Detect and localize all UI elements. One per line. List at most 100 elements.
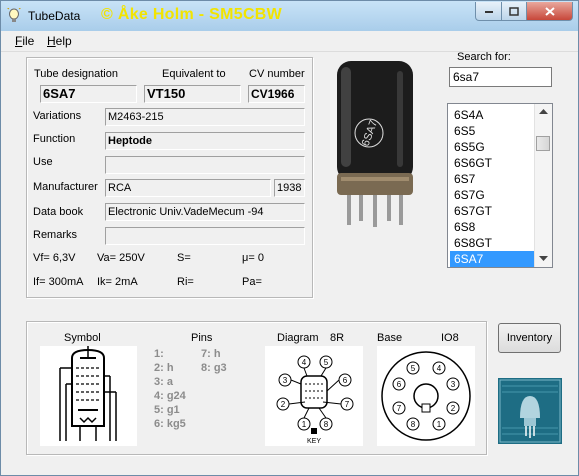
list-item[interactable]: 6S5 (450, 123, 536, 139)
pin-entry: 2: h (154, 362, 174, 374)
tube-list[interactable]: 6S4A 6S5 6S5G 6S6GT 6S7 6S7G 6S7GT 6S8 6… (447, 103, 553, 268)
svg-text:4: 4 (437, 364, 442, 373)
list-item[interactable]: 6S8 (450, 219, 536, 235)
remarks-field[interactable] (105, 227, 305, 245)
minimize-icon (484, 11, 493, 13)
menu-file-label: ile (22, 34, 35, 48)
pins-panel: 1: 2: h 3: a 4: g24 5: g1 6: kg5 7: h 8:… (150, 346, 258, 446)
svg-text:4: 4 (302, 358, 307, 367)
svg-text:3: 3 (283, 376, 288, 385)
param-s: S= (177, 252, 191, 264)
menu-help-accelerator: H (47, 34, 56, 48)
variations-label: Variations (33, 110, 82, 122)
maximize-button[interactable] (501, 2, 527, 21)
param-ik: Ik= 2mA (97, 276, 138, 288)
pin-entry: 5: g1 (154, 404, 180, 416)
tube-logo-image (498, 378, 562, 444)
variations-field[interactable]: M2463-215 (105, 108, 305, 126)
param-if: If= 300mA (33, 276, 84, 288)
use-field[interactable] (105, 156, 305, 174)
list-item[interactable]: 6S5G (450, 139, 536, 155)
list-item[interactable]: 6S8GT (450, 235, 536, 251)
remarks-label: Remarks (33, 229, 78, 241)
use-label: Use (33, 156, 53, 168)
menu-help[interactable]: Help (47, 34, 72, 48)
svg-text:8: 8 (324, 420, 329, 429)
menu-bar: File Help (1, 31, 578, 52)
symbol-label: Symbol (64, 332, 101, 344)
menu-help-label: elp (55, 34, 72, 48)
param-ri: Ri= (177, 276, 194, 288)
manufacturer-field[interactable]: RCA (105, 179, 271, 197)
scroll-down-icon[interactable] (539, 256, 548, 262)
menu-file[interactable]: File (15, 34, 34, 48)
list-item[interactable]: 6S6GT (450, 155, 536, 171)
list-item[interactable]: 6S7GT (450, 203, 536, 219)
list-scrollbar[interactable] (534, 104, 552, 267)
pin-entry: 1: (154, 348, 164, 360)
tube-photo: 6SA7 (319, 53, 431, 228)
lightbulb-icon (7, 8, 21, 22)
pin-entry: 3: a (154, 376, 173, 388)
copyright-banner: © Åke Holm - SM5CBW (101, 6, 283, 23)
manufacturer-label: Manufacturer (33, 181, 98, 193)
base-panel: 5 4 6 3 7 2 8 1 (377, 346, 475, 446)
svg-text:5: 5 (411, 364, 416, 373)
diagram-code: 8R (330, 332, 345, 344)
list-item[interactable]: 6S4A (450, 107, 536, 123)
databook-field[interactable]: Electronic Univ.VadeMecum -94 (105, 203, 305, 221)
svg-text:6: 6 (397, 380, 402, 389)
year-field[interactable]: 1938 (274, 179, 305, 197)
svg-text:5: 5 (324, 358, 329, 367)
maximize-icon (509, 6, 519, 16)
svg-text:2: 2 (451, 404, 456, 413)
pin-entry: 8: g3 (201, 362, 227, 374)
svg-text:2: 2 (281, 400, 286, 409)
equivalent-field[interactable]: VT150 (144, 85, 241, 103)
main-window: TubeData © Åke Holm - SM5CBW File Help T… (0, 0, 579, 476)
cv-field[interactable]: CV1966 (248, 85, 305, 103)
close-button[interactable] (526, 2, 573, 21)
designation-field[interactable]: 6SA7 (40, 85, 137, 103)
svg-text:7: 7 (397, 404, 402, 413)
function-label: Function (33, 133, 76, 145)
svg-text:1: 1 (302, 420, 307, 429)
param-vf: Vf= 6,3V (33, 252, 76, 264)
pin-diagram-icon: 4 5 3 6 2 7 1 8 KEY (276, 355, 354, 445)
scroll-thumb[interactable] (536, 136, 550, 151)
close-icon (544, 6, 555, 16)
equivalent-label: Equivalent to (162, 68, 226, 80)
search-input[interactable] (449, 67, 552, 87)
function-field[interactable]: Heptode (105, 132, 305, 150)
designation-label: Tube designation (34, 68, 118, 80)
param-va: Va= 250V (97, 252, 145, 264)
pins-label: Pins (191, 332, 213, 344)
param-mu: μ= 0 (242, 252, 264, 264)
tube-symbol-icon (59, 346, 117, 441)
param-pa: Pa= (242, 276, 262, 288)
svg-text:7: 7 (345, 400, 350, 409)
title-bar[interactable]: TubeData © Åke Holm - SM5CBW (1, 1, 578, 31)
svg-text:3: 3 (451, 380, 456, 389)
symbol-panel (40, 346, 137, 446)
list-item-selected[interactable]: 6SA7 (450, 251, 536, 267)
minimize-button[interactable] (475, 2, 502, 21)
inventory-button[interactable]: Inventory (498, 323, 561, 353)
diagram-panel: 4 5 3 6 2 7 1 8 KEY (265, 346, 363, 446)
list-item[interactable]: 6S7 (450, 171, 536, 187)
svg-text:8: 8 (411, 420, 416, 429)
base-code: IO8 (441, 332, 459, 344)
scroll-up-icon[interactable] (539, 109, 548, 115)
cv-label: CV number (249, 68, 305, 80)
base-label: Base (377, 332, 403, 344)
databook-label: Data book (33, 206, 84, 218)
search-label: Search for: (457, 51, 511, 63)
pin-entry: 7: h (201, 348, 221, 360)
svg-text:1: 1 (437, 420, 442, 429)
key-label: KEY (307, 438, 321, 445)
octal-base-icon: 5 4 6 3 7 2 8 1 (381, 351, 471, 441)
pin-entry: 4: g24 (154, 390, 186, 402)
list-item[interactable]: 6S7G (450, 187, 536, 203)
pin-entry: 6: kg5 (154, 418, 186, 430)
window-title: TubeData (28, 9, 81, 23)
